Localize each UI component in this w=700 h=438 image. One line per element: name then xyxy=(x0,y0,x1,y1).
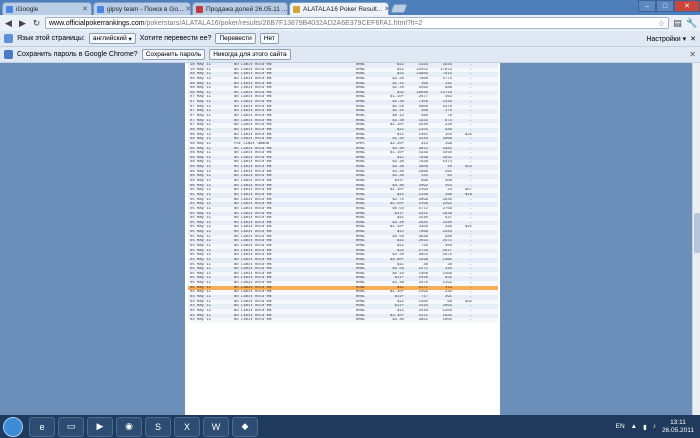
volume-icon[interactable]: ♪ xyxy=(653,423,656,430)
buyin-cell: $4.40 xyxy=(392,318,404,323)
tab-sale[interactable]: Продажа долей 26.05.11 ... ✕ xyxy=(192,2,288,15)
bookmark-star-icon[interactable]: ☆ xyxy=(658,19,665,28)
windows-taskbar: e ▭ ▶ ◉ S X W ◆ EN ▲ ▮ ♪ 13:11 26.05.201… xyxy=(0,415,700,438)
browser-window: iGoogle ✕ gipsy team - Поиск в Go... ✕ П… xyxy=(0,0,700,438)
results-table: 10 May 11 No Limit Hold'em HRNL $11 1423 1634… xyxy=(188,63,498,323)
network-icon[interactable]: ▮ xyxy=(643,423,647,431)
navigation-toolbar: ◀ ▶ ↻ www.officialpokerrankings.com /pok… xyxy=(0,15,700,31)
tab-title: Продажа долей 26.05.11 ... xyxy=(206,5,288,13)
translate-settings[interactable]: Настройки ▾ xyxy=(646,35,686,43)
google-favicon-icon xyxy=(97,5,104,13)
internet-explorer-icon[interactable]: e xyxy=(29,416,55,437)
url-path: /pokerstars/ALATALA16/poker/results/26B7… xyxy=(144,19,423,27)
date-cell: 04 May 11 xyxy=(190,318,212,323)
app-icon[interactable]: ◆ xyxy=(232,416,258,437)
close-tab-icon[interactable]: ✕ xyxy=(382,5,388,13)
media-player-icon[interactable]: ▶ xyxy=(87,416,113,437)
close-infobar-icon[interactable]: ✕ xyxy=(689,50,696,59)
skype-icon[interactable]: S xyxy=(145,416,171,437)
translate-infobar: Язык этой страницы: английский ▾ Хотите … xyxy=(0,31,700,47)
password-infobar: Сохранить пароль в Google Chrome? Сохран… xyxy=(0,47,700,63)
scrollbar-thumb[interactable] xyxy=(694,213,700,253)
excel-icon[interactable]: X xyxy=(174,416,200,437)
never-save-button[interactable]: Никогда для этого сайта xyxy=(209,49,291,60)
tab-igoogle[interactable]: iGoogle ✕ xyxy=(2,2,92,15)
password-label: Сохранить пароль в Google Chrome? xyxy=(17,51,138,58)
place-cell: 1002 xyxy=(442,318,452,323)
system-tray: EN ▲ ▮ ♪ 13:11 26.05.2011 xyxy=(616,419,700,435)
word-icon[interactable]: W xyxy=(203,416,229,437)
page-content: 10 May 11 No Limit Hold'em HRNL $11 1423 1634… xyxy=(0,63,700,415)
limit-cell: HRNL xyxy=(356,318,366,323)
language-select[interactable]: английский ▾ xyxy=(88,33,136,44)
start-button[interactable] xyxy=(3,416,23,437)
vertical-scrollbar[interactable] xyxy=(692,63,700,415)
clock[interactable]: 13:11 26.05.2011 xyxy=(662,419,694,435)
winnings-cell: - xyxy=(469,318,472,323)
close-tab-icon[interactable]: ✕ xyxy=(80,5,88,13)
tab-google-search[interactable]: gipsy team - Поиск в Go... ✕ xyxy=(93,2,191,15)
url-host: www.officialpokerrankings.com xyxy=(49,19,145,27)
game-cell: No Limit Hold'em xyxy=(234,318,272,323)
window-controls: – □ ✕ xyxy=(638,0,700,12)
language-value: английский xyxy=(92,35,127,42)
tab-strip: iGoogle ✕ gipsy team - Поиск в Go... ✕ П… xyxy=(0,0,700,15)
igoogle-favicon-icon xyxy=(6,5,13,13)
no-translate-button[interactable]: Нет xyxy=(259,33,279,44)
chrome-icon[interactable]: ◉ xyxy=(116,416,142,437)
tab-poker-results[interactable]: ALATALA16 Poker Result... ✕ xyxy=(289,2,389,15)
page-menu-icon[interactable]: ▤ xyxy=(672,18,683,29)
tab-title: gipsy team - Поиск в Go... xyxy=(107,5,184,13)
entrants-cell: 3652 xyxy=(418,318,428,323)
close-infobar-icon[interactable]: ✕ xyxy=(690,35,696,43)
settings-label: Настройки xyxy=(646,35,681,43)
folder-icon[interactable]: ▭ xyxy=(58,416,84,437)
language-indicator[interactable]: EN xyxy=(616,423,625,430)
translate-question: Хотите перевести ее? xyxy=(139,35,212,42)
address-bar[interactable]: www.officialpokerrankings.com /pokerstar… xyxy=(45,17,669,29)
minimize-button[interactable]: – xyxy=(638,0,656,12)
reload-icon[interactable]: ↻ xyxy=(31,18,42,29)
tab-title: iGoogle xyxy=(16,5,39,13)
tray-arrow-icon[interactable]: ▲ xyxy=(631,423,637,430)
site-favicon-icon xyxy=(196,5,203,13)
translate-button[interactable]: Перевести xyxy=(215,33,256,44)
close-tab-icon[interactable]: ✕ xyxy=(287,5,288,13)
table-row[interactable]: 04 May 11 No Limit Hold'em HRNL $4.40 3652 10… xyxy=(188,318,498,323)
maximize-button[interactable]: □ xyxy=(656,0,674,12)
close-window-button[interactable]: ✕ xyxy=(674,0,700,12)
new-tab-button[interactable] xyxy=(390,4,408,13)
translate-label: Язык этой страницы: xyxy=(17,35,85,42)
key-icon xyxy=(4,50,13,59)
forward-icon[interactable]: ▶ xyxy=(17,18,28,29)
save-password-button[interactable]: Сохранить пароль xyxy=(141,49,206,60)
close-tab-icon[interactable]: ✕ xyxy=(183,5,190,13)
tab-title: ALATALA16 Poker Result... xyxy=(303,5,383,13)
back-icon[interactable]: ◀ xyxy=(3,18,14,29)
wrench-icon[interactable]: 🔧 xyxy=(686,18,697,29)
clock-time: 13:11 xyxy=(670,418,686,426)
translate-icon xyxy=(4,34,13,43)
opr-favicon-icon xyxy=(293,5,300,13)
clock-date: 26.05.2011 xyxy=(661,426,694,434)
